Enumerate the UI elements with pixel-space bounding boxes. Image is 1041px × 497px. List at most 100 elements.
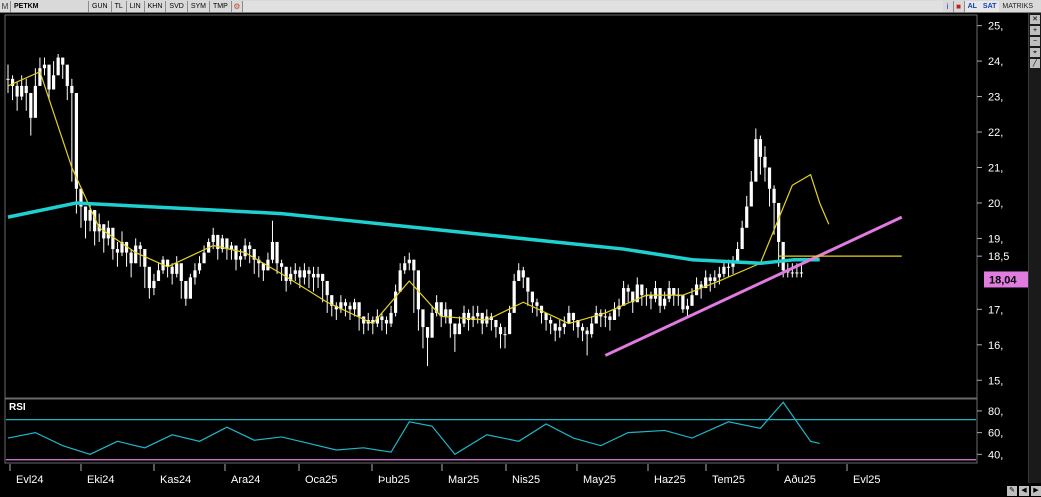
- candle-body: [571, 312, 576, 320]
- y-tick-label: 23,: [988, 92, 1003, 104]
- candle-body: [590, 323, 594, 335]
- candle-body: [626, 288, 630, 292]
- y-tick-label: 25,: [988, 21, 1003, 33]
- candle-body: [138, 245, 142, 250]
- candle-body: [526, 277, 530, 292]
- candle-body: [15, 85, 19, 97]
- candle-body: [175, 263, 179, 274]
- candle-body: [202, 252, 206, 264]
- candle-body: [311, 273, 316, 278]
- candle-body: [225, 238, 229, 250]
- candle-body: [38, 68, 42, 86]
- candle-body: [321, 273, 325, 281]
- candle-body: [476, 312, 480, 317]
- candle-body: [444, 309, 448, 317]
- scale-button[interactable]: LIN: [127, 0, 145, 12]
- candle-body: [494, 319, 498, 328]
- x-tick-label: Evl25: [853, 474, 881, 486]
- news-icon[interactable]: ■: [954, 0, 965, 12]
- info-icon[interactable]: i: [943, 0, 954, 12]
- tmp-button[interactable]: TMP: [210, 0, 232, 12]
- currency-button[interactable]: TL: [112, 0, 127, 12]
- pencil-icon[interactable]: ✎: [1007, 486, 1017, 496]
- period-button[interactable]: GUN: [89, 0, 112, 12]
- candle-body: [726, 266, 731, 268]
- matrix-button[interactable]: MATRIKS: [999, 1, 1041, 12]
- candle-body: [448, 309, 452, 324]
- candle-body: [503, 334, 507, 336]
- x-tick-label: Kas24: [160, 474, 191, 486]
- candle-body: [293, 270, 297, 274]
- candle-body: [795, 272, 799, 274]
- candle-body: [316, 273, 320, 278]
- candle-body: [61, 57, 65, 65]
- candle-body: [357, 302, 361, 317]
- settings-icon[interactable]: ⚙: [232, 0, 243, 12]
- candle-body: [88, 210, 92, 221]
- candle-body: [731, 263, 735, 267]
- candle-body: [29, 93, 33, 118]
- candle-body: [147, 266, 151, 289]
- candle-body: [535, 302, 539, 306]
- candle-body: [799, 272, 804, 274]
- khn-button[interactable]: KHN: [145, 0, 167, 12]
- candle-body: [685, 305, 690, 310]
- candle-body: [197, 263, 202, 271]
- sym-button[interactable]: SYM: [188, 0, 210, 12]
- crosshair-icon[interactable]: ⌖: [1030, 48, 1040, 57]
- candle-body: [708, 277, 712, 281]
- y-tick-label: 21,: [988, 162, 1003, 174]
- candle-body: [580, 327, 585, 331]
- x-tick-label: Evl24: [16, 474, 44, 486]
- x-tick-label: Mar25: [448, 474, 479, 486]
- candle-body: [47, 64, 51, 90]
- symbol-field[interactable]: PETKM: [11, 0, 89, 12]
- buy-button[interactable]: AL: [964, 0, 980, 12]
- candle-body: [83, 206, 88, 221]
- bottom-bar: ✎ ◀ ▶: [1001, 485, 1041, 497]
- y-tick-label: 24,: [988, 56, 1003, 68]
- candle-body: [184, 280, 188, 299]
- zoom-in-icon[interactable]: +: [1030, 26, 1040, 35]
- candle-body: [457, 323, 462, 335]
- x-tick-label: Ara24: [231, 474, 260, 486]
- close-icon[interactable]: ✕: [1030, 15, 1040, 24]
- draw-line-icon[interactable]: ╱: [1030, 59, 1040, 68]
- candle-body: [179, 263, 183, 281]
- app-logo-icon: M: [0, 0, 11, 12]
- candle-body: [398, 270, 402, 292]
- sell-button[interactable]: SAT: [979, 0, 1000, 12]
- candle-body: [65, 64, 69, 86]
- candle-body: [430, 312, 434, 338]
- svd-button[interactable]: SVD: [166, 0, 188, 12]
- candle-body: [512, 280, 516, 313]
- scroll-left-icon[interactable]: ◀: [1019, 486, 1029, 496]
- candle-body: [234, 245, 238, 260]
- scroll-right-icon[interactable]: ▶: [1031, 486, 1041, 496]
- candle-body: [238, 256, 243, 260]
- y-tick-label: 20,: [988, 198, 1003, 210]
- candle-body: [280, 263, 284, 267]
- right-sidebar: ✕ + − ⌖ ╱: [1028, 13, 1041, 483]
- candle-body: [562, 323, 566, 328]
- price-chart[interactable]: RSI 15, 16, 17, 18,5 19, 20, 21, 22, 23, 24, 25, 18…: [0, 13, 1041, 497]
- toolbar-spacer: [242, 0, 943, 12]
- last-price-label: 18,04: [989, 274, 1017, 286]
- candle-body: [663, 298, 667, 306]
- candle-body: [248, 245, 252, 250]
- candle-body: [412, 259, 416, 271]
- candle-body: [134, 245, 138, 264]
- y-tick-label: 22,: [988, 127, 1003, 139]
- candle-body: [453, 323, 457, 335]
- candle-body: [667, 288, 671, 299]
- zoom-out-icon[interactable]: −: [1030, 37, 1040, 46]
- y-tick-label: 18,5: [988, 251, 1009, 263]
- rsi-y-tick-label: 80,: [988, 406, 1003, 418]
- y-tick-label: 16,: [988, 340, 1003, 352]
- candle-body: [622, 288, 626, 306]
- candle-body: [243, 245, 247, 257]
- candle-body: [640, 284, 644, 296]
- candle-body: [275, 241, 279, 264]
- x-tick-label: Nis25: [512, 474, 540, 486]
- candle-body: [211, 234, 215, 242]
